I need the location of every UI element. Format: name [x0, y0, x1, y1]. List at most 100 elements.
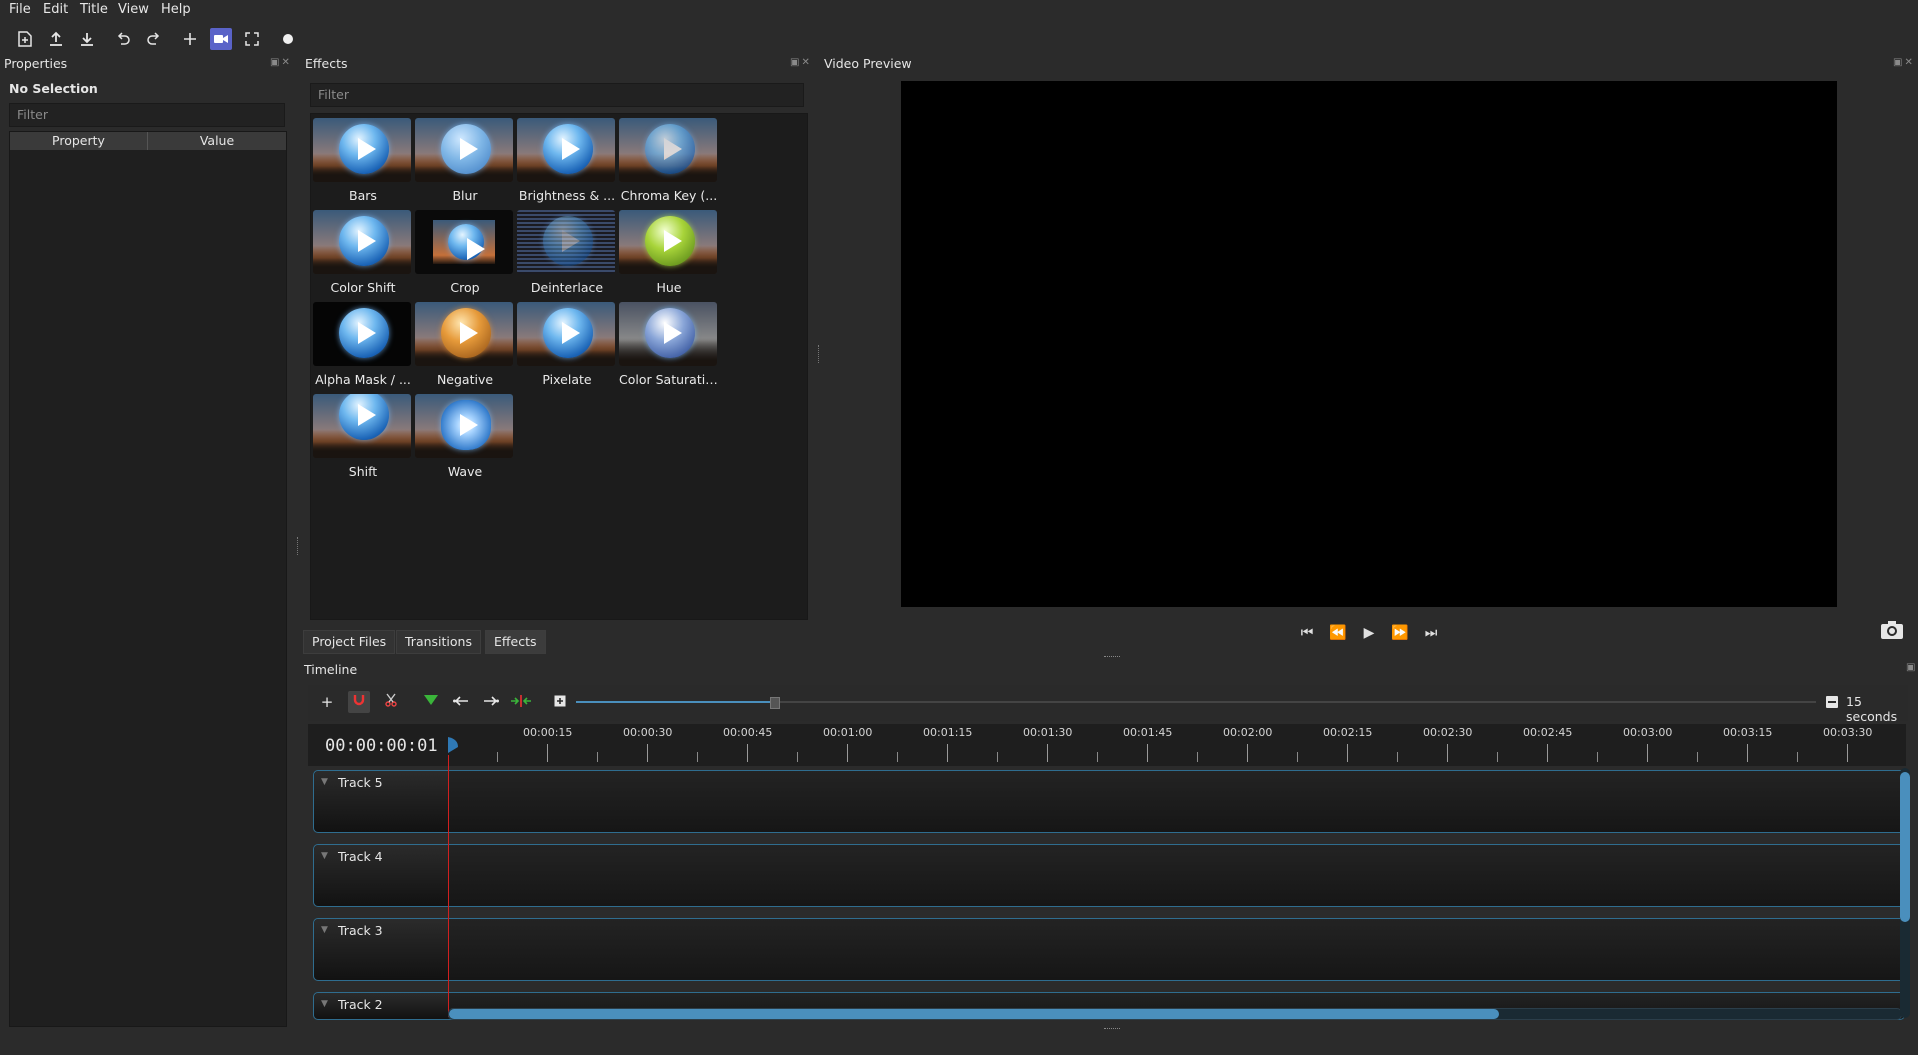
zoom-out-icon[interactable]	[1826, 696, 1838, 708]
properties-dock-buttons[interactable]: ▣✕	[270, 57, 292, 68]
properties-title: Properties	[4, 56, 68, 71]
effect-pixelate[interactable]: Pixelate	[517, 302, 617, 392]
ruler-label: 00:00:30	[623, 726, 673, 739]
new-file-icon[interactable]	[14, 28, 36, 50]
timeline-toolbar: + 15 seconds	[308, 685, 1908, 724]
fast-forward-icon[interactable]: ⏩	[1389, 622, 1411, 644]
ruler-label: 00:02:00	[1223, 726, 1273, 739]
collapse-arrow-icon[interactable]: ▼	[321, 999, 328, 1009]
collapse-arrow-icon[interactable]: ▼	[321, 851, 328, 861]
effect-thumbnail	[415, 210, 513, 274]
vertical-scrollbar[interactable]	[1900, 768, 1910, 1018]
effect-thumbnail	[313, 394, 411, 458]
collapse-arrow-icon[interactable]: ▼	[321, 925, 328, 935]
effect-color-shift[interactable]: Color Shift	[313, 210, 413, 300]
effect-wave[interactable]: Wave	[415, 394, 515, 484]
ruler-tick-major	[1747, 744, 1748, 762]
splitter-handle[interactable]	[1104, 1028, 1120, 1032]
effect-brightness[interactable]: Brightness & ...	[517, 118, 617, 208]
zoom-fit-icon[interactable]	[549, 691, 571, 713]
undo-icon[interactable]	[112, 28, 134, 50]
effect-thumbnail	[619, 118, 717, 182]
menu-edit[interactable]: Edit	[43, 2, 68, 17]
ruler-tick-minor	[697, 752, 698, 762]
add-marker-icon[interactable]	[420, 691, 442, 713]
splitter-handle[interactable]	[1104, 656, 1120, 660]
properties-filter-input[interactable]: Filter	[9, 103, 285, 127]
rewind-icon[interactable]: ⏪	[1327, 622, 1349, 644]
jump-start-icon[interactable]: ⏮	[1296, 622, 1318, 644]
no-selection-label: No Selection	[9, 81, 98, 96]
playhead-marker[interactable]	[446, 735, 460, 757]
effect-hue[interactable]: Hue	[619, 210, 719, 300]
ruler-tick-minor	[597, 752, 598, 762]
ruler-label: 00:01:15	[923, 726, 973, 739]
zoom-scale-label: 15 seconds	[1846, 694, 1898, 724]
tab-transitions[interactable]: Transitions	[396, 630, 481, 654]
effect-thumbnail	[517, 302, 615, 366]
effect-shift[interactable]: Shift	[313, 394, 413, 484]
col-property-header[interactable]: Property	[10, 132, 148, 150]
vertical-scrollbar-thumb[interactable]	[1900, 772, 1910, 922]
horizontal-scrollbar-thumb[interactable]	[449, 1009, 1499, 1019]
zoom-slider-handle[interactable]	[770, 697, 781, 709]
next-marker-icon[interactable]	[480, 691, 502, 713]
ruler-tick-major	[547, 744, 548, 762]
effect-chroma-key[interactable]: Chroma Key (...	[619, 118, 719, 208]
track-row[interactable]: ▼ Track 5	[313, 770, 1905, 833]
ruler-tick-major	[1047, 744, 1048, 762]
tab-effects[interactable]: Effects	[485, 630, 546, 654]
jump-end-icon[interactable]: ⏭	[1420, 622, 1442, 644]
timeline-dock-buttons[interactable]: ▣	[1906, 662, 1917, 673]
effect-crop[interactable]: Crop	[415, 210, 515, 300]
effect-blur[interactable]: Blur	[415, 118, 515, 208]
add-track-icon[interactable]: +	[316, 691, 338, 713]
track-row[interactable]: ▼ Track 3	[313, 918, 1905, 981]
effect-thumbnail	[313, 118, 411, 182]
fullscreen-icon[interactable]	[241, 28, 263, 50]
record-icon[interactable]	[277, 28, 299, 50]
center-playhead-icon[interactable]	[510, 691, 532, 713]
play-icon[interactable]: ▶	[1358, 622, 1380, 644]
tab-project-files[interactable]: Project Files	[303, 630, 396, 654]
timeline-title: Timeline	[304, 662, 358, 677]
menu-help[interactable]: Help	[161, 2, 191, 17]
effect-alpha-mask[interactable]: Alpha Mask / ...	[313, 302, 413, 392]
zoom-slider[interactable]	[576, 697, 1816, 709]
redo-icon[interactable]	[143, 28, 165, 50]
save-project-icon[interactable]	[76, 28, 98, 50]
effect-negative[interactable]: Negative	[415, 302, 515, 392]
menu-title[interactable]: Title	[80, 2, 108, 17]
ruler-tick-minor	[997, 752, 998, 762]
ruler-tick-major	[1547, 744, 1548, 762]
effects-dock-buttons[interactable]: ▣✕	[790, 57, 812, 68]
col-value-header[interactable]: Value	[148, 132, 286, 150]
track-row[interactable]: ▼ Track 4	[313, 844, 1905, 907]
effect-thumbnail	[517, 118, 615, 182]
razor-icon[interactable]	[380, 691, 402, 713]
effect-deinterlace[interactable]: Deinterlace	[517, 210, 617, 300]
ruler-label: 00:02:30	[1423, 726, 1473, 739]
previous-marker-icon[interactable]	[450, 691, 472, 713]
menu-view[interactable]: View	[118, 2, 149, 17]
properties-table: Property Value	[9, 131, 287, 1027]
effect-bars[interactable]: Bars	[313, 118, 413, 208]
effect-thumbnail	[517, 210, 615, 274]
effects-filter-input[interactable]: Filter	[310, 83, 804, 107]
video-profile-icon[interactable]	[210, 28, 232, 50]
effect-color-saturation[interactable]: Color Saturation	[619, 302, 719, 392]
ruler-tick-minor	[1797, 752, 1798, 762]
video-preview-dock-buttons[interactable]: ▣✕	[1893, 57, 1915, 68]
splitter-handle[interactable]	[818, 345, 821, 363]
open-project-icon[interactable]	[45, 28, 67, 50]
add-icon[interactable]	[179, 28, 201, 50]
ruler-tick-minor	[1297, 752, 1298, 762]
menu-file[interactable]: File	[9, 2, 31, 17]
collapse-arrow-icon[interactable]: ▼	[321, 777, 328, 787]
playhead-line	[448, 755, 449, 1017]
ruler-label: 00:03:30	[1823, 726, 1873, 739]
snapping-magnet-icon[interactable]	[348, 691, 370, 713]
horizontal-scrollbar[interactable]	[448, 1008, 1902, 1020]
splitter-handle[interactable]	[297, 537, 301, 555]
screenshot-camera-icon[interactable]	[1880, 620, 1904, 640]
